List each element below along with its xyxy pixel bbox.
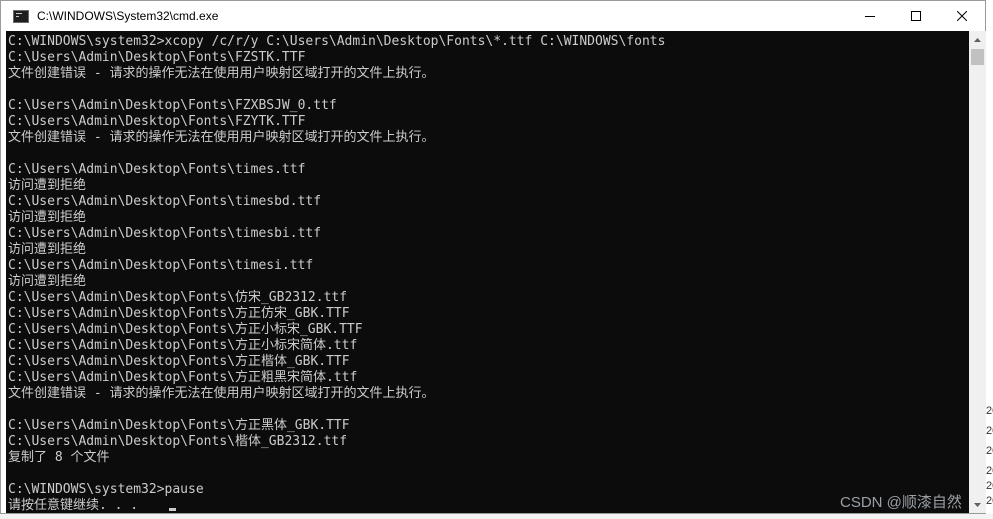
vertical-scrollbar[interactable] — [969, 31, 986, 513]
close-icon — [957, 11, 967, 21]
maximize-icon — [911, 11, 921, 21]
maximize-button[interactable] — [893, 1, 939, 31]
console-line: C:\Users\Admin\Desktop\Fonts\FZSTK.TTF — [8, 50, 306, 65]
scroll-up-button[interactable] — [969, 31, 986, 48]
console-output[interactable]: C:\WINDOWS\system32>xcopy /c/r/y C:\User… — [6, 31, 969, 513]
console-line: 访问遭到拒绝 — [8, 210, 87, 225]
bg-label: 20 — [986, 405, 993, 417]
bg-label: 20 — [986, 495, 993, 507]
console-line: C:\WINDOWS\system32>pause — [8, 482, 204, 497]
console-line: 访问遭到拒绝 — [8, 178, 87, 193]
console-line: C:\Users\Admin\Desktop\Fonts\方正粗黑宋简体.ttf — [8, 370, 358, 385]
console-line: C:\Users\Admin\Desktop\Fonts\FZXBSJW_0.t… — [8, 98, 337, 113]
console-line: C:\WINDOWS\system32>xcopy /c/r/y C:\User… — [8, 34, 666, 49]
console-line: C:\Users\Admin\Desktop\Fonts\方正黑体_GBK.TT… — [8, 418, 350, 433]
console-line: 文件创建错误 - 请求的操作无法在使用用户映射区域打开的文件上执行。 — [8, 66, 435, 81]
arrow-down-icon — [974, 502, 981, 507]
console-line: C:\Users\Admin\Desktop\Fonts\timesbi.ttf — [8, 226, 322, 241]
scroll-down-button[interactable] — [969, 496, 986, 513]
close-button[interactable] — [939, 1, 985, 31]
console-line: C:\Users\Admin\Desktop\Fonts\方正楷体_GBK.TT… — [8, 354, 350, 369]
bg-label: 20 — [986, 425, 993, 437]
console-line: 文件创建错误 - 请求的操作无法在使用用户映射区域打开的文件上执行。 — [8, 130, 435, 145]
console-line: C:\Users\Admin\Desktop\Fonts\楷体_GB2312.t… — [8, 434, 348, 449]
bg-label: 20 — [986, 480, 993, 492]
console-line: 请按任意键继续. . . — [8, 498, 139, 513]
console-line: 访问遭到拒绝 — [8, 242, 87, 257]
console-line: C:\Users\Admin\Desktop\Fonts\times.ttf — [8, 162, 306, 177]
console-line: 文件创建错误 - 请求的操作无法在使用用户映射区域打开的文件上执行。 — [8, 386, 435, 401]
console-line: C:\Users\Admin\Desktop\Fonts\timesbd.ttf — [8, 194, 322, 209]
watermark: CSDN @顺漆自然 — [840, 494, 962, 511]
title-bar[interactable]: C:\WINDOWS\System32\cmd.exe — [1, 1, 985, 31]
text-cursor — [169, 508, 176, 511]
bg-label: 20 — [986, 465, 993, 477]
background-strip — [0, 514, 993, 519]
cmd-window: C:\WINDOWS\System32\cmd.exe C:\WINDOWS\s… — [0, 0, 986, 514]
console-line: C:\Users\Admin\Desktop\Fonts\方正小标宋_GBK.T… — [8, 322, 363, 337]
console-line: C:\Users\Admin\Desktop\Fonts\timesi.ttf — [8, 258, 314, 273]
console-line: C:\Users\Admin\Desktop\Fonts\方正小标宋简体.ttf — [8, 338, 358, 353]
scroll-thumb[interactable] — [971, 49, 984, 65]
console-line: C:\Users\Admin\Desktop\Fonts\仿宋_GB2312.t… — [8, 290, 348, 305]
arrow-up-icon — [974, 37, 981, 42]
console-lines: C:\WINDOWS\system32>xcopy /c/r/y C:\User… — [6, 31, 969, 513]
window-title: C:\WINDOWS\System32\cmd.exe — [37, 9, 219, 23]
cmd-icon[interactable] — [13, 9, 29, 23]
console-line: C:\Users\Admin\Desktop\Fonts\FZYTK.TTF — [8, 114, 306, 129]
console-line: C:\Users\Admin\Desktop\Fonts\方正仿宋_GBK.TT… — [8, 306, 350, 321]
minimize-icon — [865, 16, 875, 17]
bg-label: 20 — [986, 445, 993, 457]
console-line: 复制了 8 个文件 — [8, 450, 110, 465]
console-line: 访问遭到拒绝 — [8, 274, 87, 289]
background-window-edge: 20 20 20 20 20 20 — [986, 0, 993, 519]
minimize-button[interactable] — [847, 1, 893, 31]
